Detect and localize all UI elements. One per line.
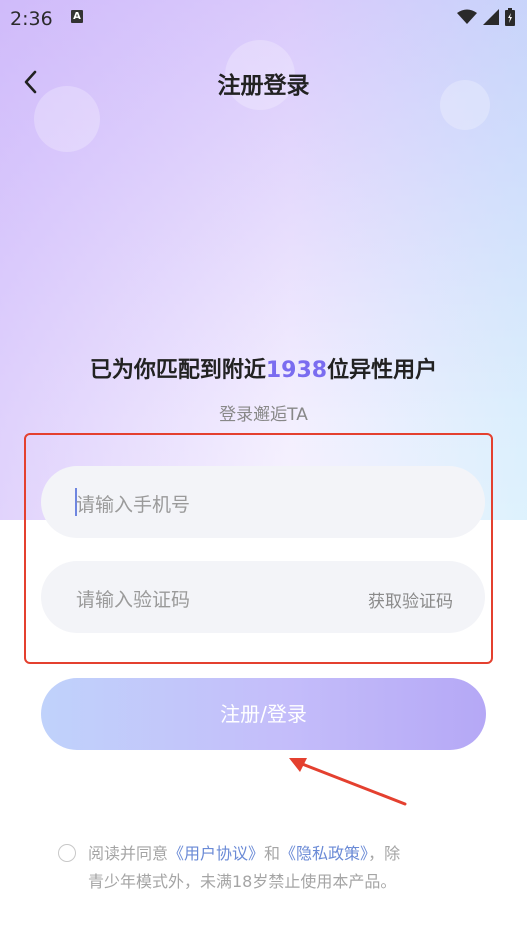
- agreement-lead: 阅读并同意: [88, 844, 169, 863]
- match-headline: 已为你匹配到附近1938位异性用户: [0, 352, 527, 384]
- register-login-button[interactable]: 注册/登录: [41, 678, 486, 750]
- agree-radio[interactable]: [58, 844, 76, 862]
- headline-prefix: 已为你匹配到附近: [89, 358, 266, 383]
- headline-suffix: 位异性用户: [327, 358, 438, 383]
- status-time: 2:36: [10, 8, 53, 30]
- status-bar: 2:36 A: [0, 0, 527, 36]
- code-placeholder: 请输入验证码: [76, 589, 191, 611]
- status-icons: [457, 8, 515, 26]
- user-agreement-link[interactable]: 《用户协议》: [168, 844, 264, 863]
- phone-input[interactable]: 请输入手机号: [41, 466, 485, 538]
- nav-bar: 注册登录: [0, 58, 527, 102]
- annotation-arrow-icon: [289, 758, 407, 806]
- phone-placeholder: 请输入手机号: [76, 494, 191, 516]
- match-count: 1938: [265, 358, 328, 383]
- notification-icon: A: [71, 10, 83, 23]
- get-code-button[interactable]: 获取验证码: [368, 587, 453, 612]
- wifi-icon: [457, 9, 477, 24]
- privacy-policy-link[interactable]: 《隐私政策》: [280, 844, 368, 863]
- subtitle: 登录邂逅TA: [219, 405, 308, 425]
- signal-icon: [483, 9, 499, 25]
- agreement-tail: ，除: [368, 844, 401, 863]
- agreement-and: 和: [264, 844, 281, 863]
- battery-icon: [505, 8, 515, 26]
- page-title: 注册登录: [217, 73, 310, 99]
- verification-code-input[interactable]: 请输入验证码 获取验证码: [41, 561, 485, 633]
- agreement-line-2: 青少年模式外，未满18岁禁止使用本产品。: [88, 872, 397, 891]
- agreement-line-1: 阅读并同意《用户协议》和《隐私政策》，除: [88, 840, 400, 868]
